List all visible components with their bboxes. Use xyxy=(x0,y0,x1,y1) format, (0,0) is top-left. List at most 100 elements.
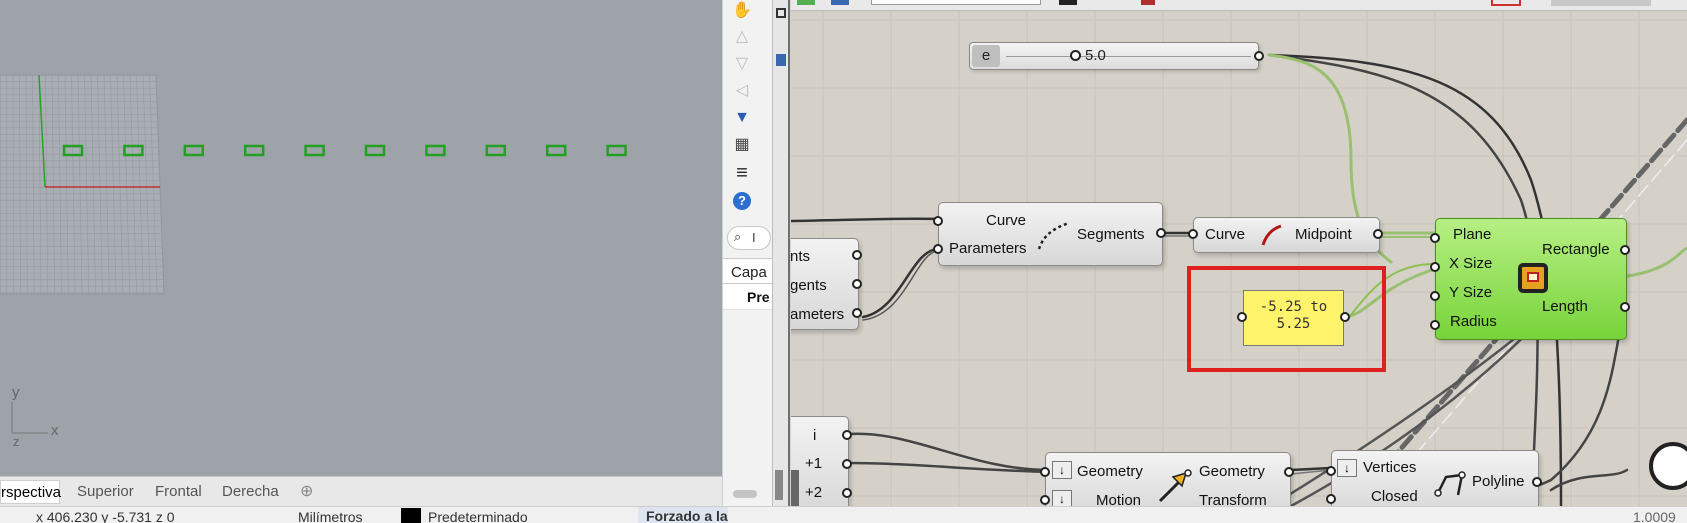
tab-superior[interactable]: Superior xyxy=(77,480,134,504)
toolbar-preview-icon[interactable] xyxy=(1491,0,1521,6)
move-down-icon[interactable]: ▽ xyxy=(728,53,756,75)
output-port[interactable] xyxy=(842,459,852,469)
port-label-curve: Curve xyxy=(1205,226,1246,243)
toolbar-green-icon[interactable] xyxy=(797,0,815,5)
port-label-midpoint: Midpoint xyxy=(1295,226,1352,243)
rectangle-curve[interactable] xyxy=(425,144,446,157)
tab-derecha[interactable]: Derecha xyxy=(222,480,279,504)
layer-search-input[interactable]: ⌕ I xyxy=(727,226,771,250)
port-label-polyline: Polyline xyxy=(1472,473,1525,490)
midpoint-component[interactable]: Curve Midpoint xyxy=(1188,217,1383,253)
port-label-plane: Plane xyxy=(1453,226,1492,243)
list-item-component[interactable]: i +1 +2 xyxy=(791,416,852,506)
port-label-i: i xyxy=(813,427,817,444)
panel-line-2: 5.25 xyxy=(1276,316,1311,332)
output-port[interactable] xyxy=(852,279,862,289)
port-label-plus1: +1 xyxy=(805,455,823,472)
input-port[interactable] xyxy=(933,244,943,254)
input-port[interactable] xyxy=(1430,320,1440,330)
viewport-canvas: y x z xyxy=(0,74,627,449)
toolbar-blue-icon[interactable] xyxy=(831,0,849,5)
input-port[interactable] xyxy=(1430,262,1440,272)
gh-zoom-value: 1.0009 xyxy=(1633,509,1676,523)
move-component[interactable]: ↓ ↓ Geometry Motion Geometry Transform xyxy=(1040,452,1294,506)
number-slider[interactable]: e 5.0 xyxy=(969,42,1264,70)
filter-icon[interactable]: ▼ xyxy=(728,107,756,129)
rectangle-curve[interactable] xyxy=(243,144,265,157)
slider-track[interactable] xyxy=(1006,56,1251,57)
output-port[interactable] xyxy=(1532,477,1542,487)
table-icon[interactable]: ▦ xyxy=(728,134,756,156)
grasshopper-canvas[interactable]: e 5.0 nts gents ameters Curve Parameters… xyxy=(791,0,1687,506)
output-port[interactable] xyxy=(852,308,862,318)
move-icon xyxy=(1158,469,1192,503)
input-port[interactable] xyxy=(1188,229,1198,239)
gh-dock-strip xyxy=(773,0,790,506)
graft-icon[interactable]: ↓ xyxy=(1052,490,1072,506)
save-icon[interactable] xyxy=(776,54,786,66)
help-icon[interactable]: ? xyxy=(728,190,756,212)
port-label-parameters: Parameters xyxy=(949,240,1027,257)
viewport-tabs: rspectiva Superior Frontal Derecha ⊕ xyxy=(0,476,722,506)
hand-icon[interactable]: ✋ xyxy=(728,0,756,22)
tab-frontal[interactable]: Frontal xyxy=(155,480,202,504)
input-port[interactable] xyxy=(1430,233,1440,243)
polyline-component[interactable]: ↓ Vertices Closed Polyline xyxy=(1326,450,1542,506)
output-port[interactable] xyxy=(1620,245,1630,255)
input-port[interactable] xyxy=(933,216,943,226)
layer-label[interactable]: Predeterminado xyxy=(428,509,528,523)
graft-icon[interactable]: ↓ xyxy=(1052,461,1072,479)
output-port[interactable] xyxy=(852,250,862,260)
input-port[interactable] xyxy=(1430,291,1440,301)
toolbar-view-icons[interactable] xyxy=(1551,0,1651,6)
output-port[interactable] xyxy=(1156,228,1166,238)
panel-output-port[interactable] xyxy=(1340,312,1350,322)
tab-perspectiva[interactable]: rspectiva xyxy=(0,480,61,504)
input-port[interactable] xyxy=(1326,466,1336,476)
strip-scrollbar[interactable] xyxy=(775,470,783,500)
output-port[interactable] xyxy=(1284,467,1294,477)
output-port[interactable] xyxy=(1620,302,1630,312)
menu-icon[interactable]: ≡ xyxy=(728,162,756,184)
output-port[interactable] xyxy=(1373,229,1383,239)
timer-icon[interactable] xyxy=(1649,442,1687,490)
units-label[interactable]: Milímetros xyxy=(298,509,363,523)
rectangle-curve[interactable] xyxy=(304,144,325,157)
output-port[interactable] xyxy=(842,430,852,440)
panel-input-port[interactable] xyxy=(1237,312,1247,322)
plus-icon[interactable]: ⊕ xyxy=(300,480,313,504)
layer-column-header[interactable]: Pre xyxy=(747,289,770,305)
panel-line-1: -5.25 to xyxy=(1259,299,1328,315)
rectangle-curve[interactable] xyxy=(545,144,567,157)
toolbar-search-input[interactable] xyxy=(871,0,1041,5)
rectangle-component[interactable]: Plane X Size Y Size Radius Rectangle Len… xyxy=(1430,218,1630,340)
layer-tab[interactable]: Capa xyxy=(731,264,767,281)
snap-toggle[interactable]: Forzado a la rejilla xyxy=(638,507,728,523)
port-label-closed: Closed xyxy=(1371,488,1418,505)
rectangle-curve[interactable] xyxy=(183,144,205,157)
panel-scrollbar[interactable] xyxy=(733,490,757,498)
port-label-curve: Curve xyxy=(986,212,1027,229)
output-port[interactable] xyxy=(842,488,852,498)
partial-port-label: nts xyxy=(791,248,811,265)
slider-output-port[interactable] xyxy=(1254,51,1264,61)
divide-component[interactable]: Curve Parameters Segments xyxy=(933,202,1166,266)
rhino-viewport[interactable]: y x z xyxy=(0,0,722,476)
rectangle-curve[interactable] xyxy=(364,144,386,157)
graft-icon[interactable]: ↓ xyxy=(1337,459,1357,477)
toolbar-red-icon[interactable] xyxy=(1141,0,1155,5)
window-icon[interactable] xyxy=(776,8,786,18)
move-left-icon[interactable]: ◁ xyxy=(728,80,756,102)
input-port[interactable] xyxy=(1326,494,1336,504)
toolbar-black-icon[interactable] xyxy=(1059,0,1077,5)
rectangle-curve[interactable] xyxy=(606,144,627,157)
rectangle-curve[interactable] xyxy=(485,144,507,157)
input-port[interactable] xyxy=(1040,495,1050,505)
partial-component[interactable]: nts gents ameters xyxy=(791,238,862,330)
move-up-icon[interactable]: △ xyxy=(728,26,756,48)
domain-panel[interactable]: -5.25 to 5.25 xyxy=(1243,290,1344,346)
port-label-rectangle: Rectangle xyxy=(1542,241,1610,258)
input-port[interactable] xyxy=(1040,467,1050,477)
slider-handle[interactable] xyxy=(1070,50,1081,61)
layer-color-swatch xyxy=(401,508,421,523)
